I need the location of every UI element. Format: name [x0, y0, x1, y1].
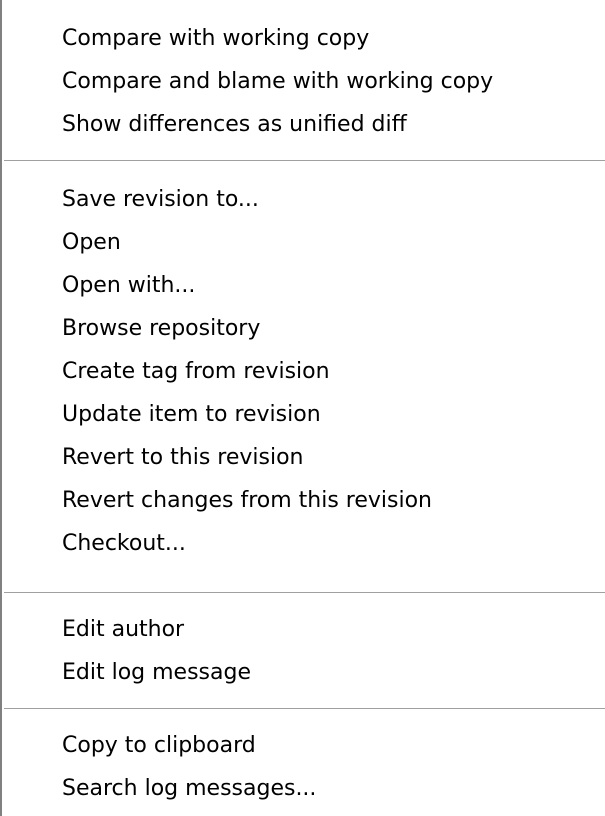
menu-item-revert-to-revision[interactable]: Revert to this revision	[4, 439, 605, 476]
menu-separator	[4, 160, 605, 162]
context-menu: Compare with working copy Compare and bl…	[0, 0, 605, 816]
menu-separator	[4, 708, 605, 710]
menu-separator	[4, 592, 605, 594]
menu-item-update-item[interactable]: Update item to revision	[4, 396, 605, 433]
menu-item-revert-changes[interactable]: Revert changes from this revision	[4, 482, 605, 519]
menu-item-search-log-messages[interactable]: Search log messages...	[4, 770, 605, 807]
menu-item-create-tag[interactable]: Create tag from revision	[4, 353, 605, 390]
menu-item-open[interactable]: Open	[4, 224, 605, 261]
menu-item-show-unified-diff[interactable]: Show differences as unified diff	[4, 106, 605, 143]
menu-item-compare-and-blame[interactable]: Compare and blame with working copy	[4, 63, 605, 100]
menu-item-copy-to-clipboard[interactable]: Copy to clipboard	[4, 727, 605, 764]
menu-item-open-with[interactable]: Open with...	[4, 267, 605, 304]
menu-item-checkout[interactable]: Checkout...	[4, 525, 605, 562]
menu-item-compare-with-working-copy[interactable]: Compare with working copy	[4, 20, 605, 57]
menu-item-save-revision[interactable]: Save revision to...	[4, 181, 605, 218]
menu-item-edit-log-message[interactable]: Edit log message	[4, 654, 605, 691]
menu-item-browse-repository[interactable]: Browse repository	[4, 310, 605, 347]
menu-item-edit-author[interactable]: Edit author	[4, 611, 605, 648]
